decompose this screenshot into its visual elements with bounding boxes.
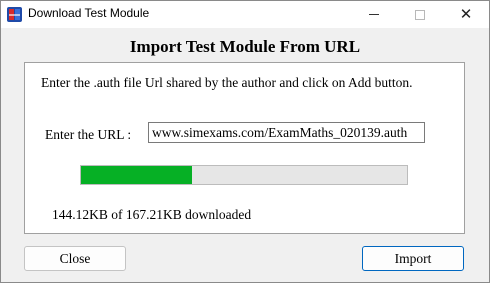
progress-fill (81, 166, 192, 184)
close-button[interactable]: Close (24, 246, 126, 271)
download-status-text: 144.12KB of 167.21KB downloaded (52, 207, 252, 222)
url-input[interactable] (148, 122, 425, 143)
import-panel: Enter the .auth file Url shared by the a… (24, 62, 465, 234)
maximize-button[interactable] (397, 1, 443, 28)
dialog-heading: Import Test Module From URL (129, 37, 361, 56)
app-logo-icon (7, 7, 22, 22)
maximize-icon (415, 9, 425, 20)
minimize-button[interactable] (351, 1, 397, 28)
close-icon: ✕ (459, 5, 473, 23)
minimize-icon (369, 14, 379, 15)
url-label: Enter the URL : (45, 127, 132, 142)
instructions-text: Enter the .auth file Url shared by the a… (41, 75, 413, 90)
download-dialog-window: Download Test Module ✕ Import Test Modul… (0, 0, 490, 283)
import-button[interactable]: Import (362, 246, 464, 271)
title-bar[interactable]: Download Test Module ✕ (1, 1, 489, 28)
window-close-button[interactable]: ✕ (443, 1, 489, 28)
window-title: Download Test Module (28, 6, 150, 20)
download-progress-bar (80, 165, 408, 185)
